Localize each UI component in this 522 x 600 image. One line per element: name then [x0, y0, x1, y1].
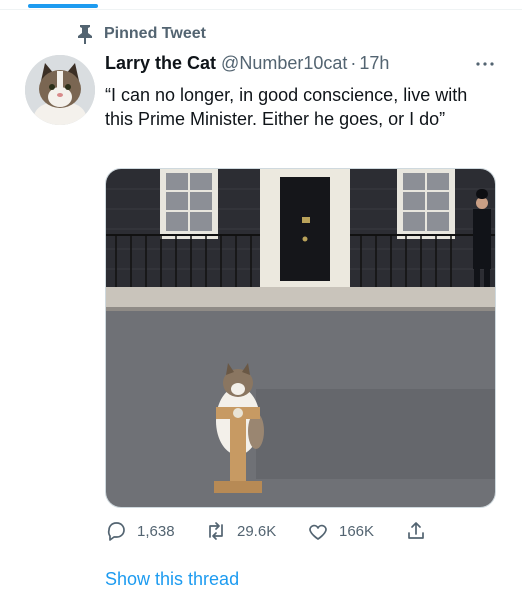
tweet-header: Larry the Cat @Number10cat · 17h — [105, 53, 389, 74]
tweet-actions: 1,638 29.6K 166K — [105, 520, 465, 546]
pinned-label: Pinned Tweet — [104, 25, 206, 42]
retweet-count: 29.6K — [237, 522, 277, 540]
pinned-tweet-indicator: Pinned Tweet — [76, 24, 206, 45]
author-name[interactable]: Larry the Cat — [105, 53, 216, 74]
active-tab-indicator — [28, 4, 98, 8]
author-handle[interactable]: @Number10cat — [221, 53, 347, 74]
like-button[interactable]: 166K — [307, 520, 374, 542]
reply-icon — [105, 520, 127, 542]
tweet-timestamp[interactable]: 17h — [359, 53, 389, 74]
reply-button[interactable]: 1,638 — [105, 520, 175, 542]
like-count: 166K — [339, 522, 375, 540]
avatar[interactable] — [25, 55, 95, 125]
tweet-photo[interactable] — [105, 168, 496, 508]
top-divider — [0, 9, 522, 10]
retweet-icon — [205, 520, 227, 542]
share-button[interactable] — [405, 520, 427, 542]
show-thread-link[interactable]: Show this thread — [105, 569, 239, 590]
pin-icon — [76, 24, 94, 45]
heart-icon — [307, 520, 329, 542]
tweet-text: “I can no longer, in good conscience, li… — [105, 85, 468, 129]
share-icon — [405, 520, 427, 542]
header-separator: · — [350, 53, 357, 73]
retweet-button[interactable]: 29.6K — [205, 520, 276, 542]
reply-count: 1,638 — [137, 522, 175, 540]
more-options-icon[interactable] — [475, 57, 495, 69]
